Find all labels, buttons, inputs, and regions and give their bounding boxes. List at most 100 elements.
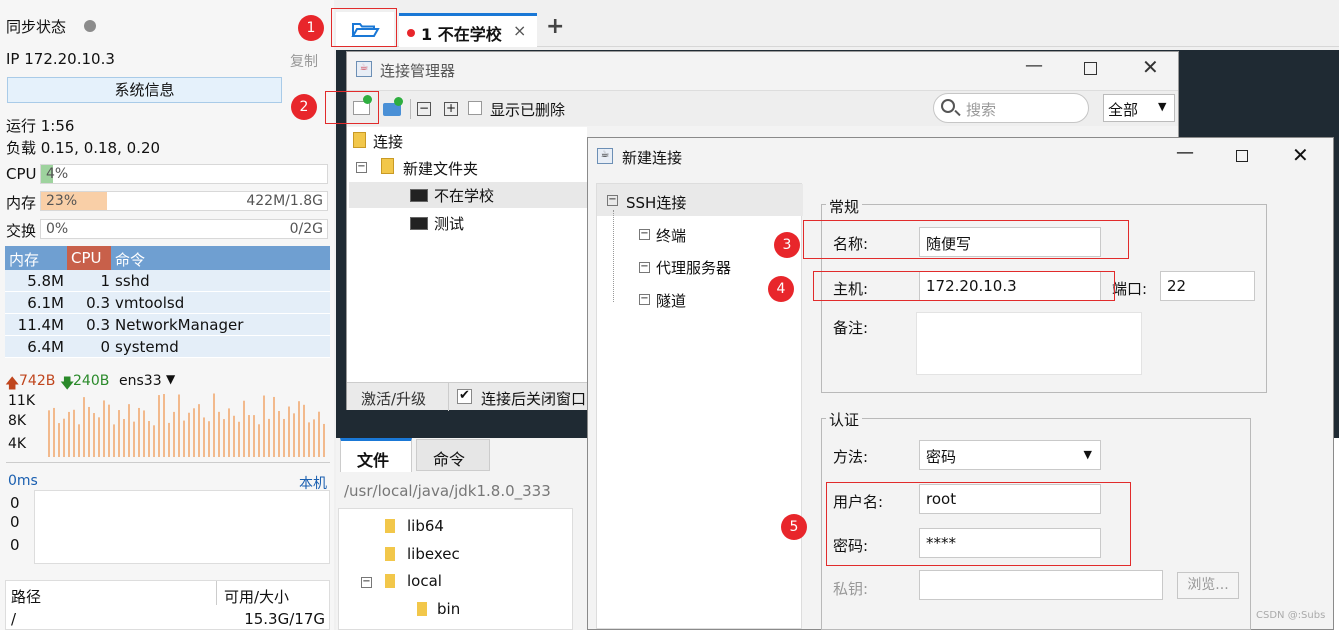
col-mem[interactable]: 内存 [9, 249, 39, 270]
minimize-icon[interactable]: — [1025, 55, 1043, 76]
nav-ssh[interactable]: SSH连接 [626, 192, 686, 213]
tree-root[interactable]: 连接 [373, 131, 403, 152]
traffic-bar [268, 418, 270, 457]
close-tab-icon[interactable]: × [513, 21, 526, 40]
connection-tree: 连接 − 新建文件夹 不在学校 测试 [347, 127, 587, 382]
table-row[interactable]: 11.4M 0.3 NetworkManager [5, 314, 330, 336]
expand-toggle-icon[interactable]: − [639, 262, 650, 273]
load-text: 负载 0.15, 0.18, 0.20 [6, 139, 161, 157]
traffic-bar [98, 417, 100, 457]
traffic-bar [263, 395, 265, 457]
minimize-icon[interactable]: — [1176, 142, 1194, 163]
dialog-title: 新建连接 [622, 149, 683, 167]
mem-detail: 422M/1.8G [246, 193, 323, 209]
file-tree-item[interactable]: local [407, 572, 442, 590]
traffic-bar [143, 410, 145, 457]
traffic-bar [88, 406, 90, 457]
maximize-icon[interactable] [1084, 62, 1097, 75]
mem-label: 内存 [6, 194, 37, 212]
tree-item-session[interactable]: 不在学校 [434, 185, 494, 206]
session-tab-active[interactable]: 1 不在学校 × [399, 13, 537, 47]
collapse-all-icon[interactable]: − [417, 102, 431, 116]
file-tree-item[interactable]: libexec [407, 545, 460, 563]
nav-proxy[interactable]: 代理服务器 [656, 257, 731, 278]
collapse-toggle-icon[interactable]: − [361, 577, 372, 588]
close-icon[interactable]: ✕ [1142, 55, 1159, 79]
traffic-bar [258, 424, 260, 457]
sync-status-dot [84, 20, 96, 32]
chevron-down-icon[interactable]: ▼ [166, 372, 175, 386]
traffic-bar [148, 421, 150, 457]
nav-terminal[interactable]: 终端 [656, 225, 686, 246]
watermark: CSDN @:Subs [1256, 610, 1326, 621]
close-icon[interactable]: ✕ [1292, 143, 1309, 167]
traffic-bar [63, 418, 65, 457]
settings-nav: − SSH连接 − 终端 − 代理服务器 − 隧道 [596, 183, 803, 629]
collapse-toggle-icon[interactable]: − [356, 162, 367, 173]
filter-select[interactable]: 全部 ▼ [1103, 94, 1175, 122]
highlight-box [826, 482, 1131, 566]
plus-badge-icon [394, 97, 403, 106]
method-select[interactable]: 密码 ▼ [919, 440, 1101, 470]
disk-col-size[interactable]: 可用/大小 [224, 586, 289, 607]
browse-button[interactable]: 浏览... [1177, 572, 1239, 599]
tree-line [613, 210, 614, 302]
table-row[interactable]: 6.1M 0.3 vmtoolsd [5, 292, 330, 314]
tab-commands-label: 命令 [433, 450, 466, 469]
mem-pct: 23% [46, 193, 78, 209]
proc-cpu: 0.3 [86, 316, 110, 334]
table-row[interactable]: 5.8M 1 sshd [5, 270, 330, 292]
folder-icon [353, 132, 366, 148]
step-badge: 2 [291, 94, 317, 120]
disk-col-path[interactable]: 路径 [11, 586, 41, 607]
general-group-title: 常规 [826, 196, 863, 217]
system-info-button[interactable]: 系统信息 [7, 77, 282, 103]
maximize-icon[interactable] [1236, 150, 1248, 162]
traffic-bar [48, 410, 50, 457]
show-deleted-checkbox[interactable] [468, 101, 482, 115]
tree-folder[interactable]: 新建文件夹 [403, 158, 478, 179]
traffic-bar [173, 411, 175, 457]
col-cmd[interactable]: 命令 [115, 249, 145, 270]
traffic-bar [283, 418, 285, 457]
expand-toggle-icon[interactable]: − [639, 229, 650, 240]
traffic-bar [243, 400, 245, 457]
search-input[interactable]: 搜索 [933, 93, 1089, 123]
note-field[interactable] [916, 312, 1142, 375]
port-field[interactable]: 22 [1160, 271, 1255, 301]
file-tree-item[interactable]: bin [437, 600, 460, 618]
proc-cmd: NetworkManager [115, 316, 244, 334]
port-label: 端口: [1112, 280, 1148, 298]
close-after-checkbox[interactable]: ✔ [457, 389, 472, 404]
collapse-toggle-icon[interactable]: − [607, 195, 618, 206]
add-tab-icon[interactable]: + [546, 14, 564, 39]
file-tree-item[interactable]: lib64 [407, 517, 444, 535]
traffic-bar [218, 411, 220, 457]
copy-link[interactable]: 复制 [290, 51, 318, 71]
traffic-bar [183, 420, 185, 457]
traffic-bar [163, 394, 165, 457]
expand-toggle-icon[interactable]: − [639, 294, 650, 305]
terminal-icon [410, 189, 428, 202]
toolbar: − + 显示已删除 搜索 全部 ▼ [347, 90, 1178, 126]
tree-item-session[interactable]: 测试 [434, 213, 464, 234]
proc-cpu: 0 [100, 338, 110, 356]
expand-all-icon[interactable]: + [444, 102, 458, 116]
traffic-bar [208, 421, 210, 457]
current-path[interactable]: /usr/local/java/jdk1.8.0_333 [344, 482, 551, 500]
nav-tunnel[interactable]: 隧道 [656, 290, 686, 311]
activate-link[interactable]: 激活/升级 [361, 388, 426, 409]
net-down: 240B [73, 373, 110, 389]
table-row[interactable]: 6.4M 0 systemd [5, 336, 330, 358]
private-key-field[interactable] [919, 570, 1163, 600]
highlight-box [331, 8, 397, 47]
net-interface[interactable]: ens33 [119, 373, 162, 389]
folder-icon [385, 547, 395, 561]
tab-files[interactable]: 文件 [340, 438, 412, 472]
traffic-bar [133, 421, 135, 457]
col-cpu[interactable]: CPU [67, 246, 111, 270]
tab-commands[interactable]: 命令 [416, 439, 490, 471]
disk-size: 15.3G/17G [244, 610, 325, 628]
latency-value: 0 [10, 513, 20, 531]
net-up: 742B [19, 373, 56, 389]
